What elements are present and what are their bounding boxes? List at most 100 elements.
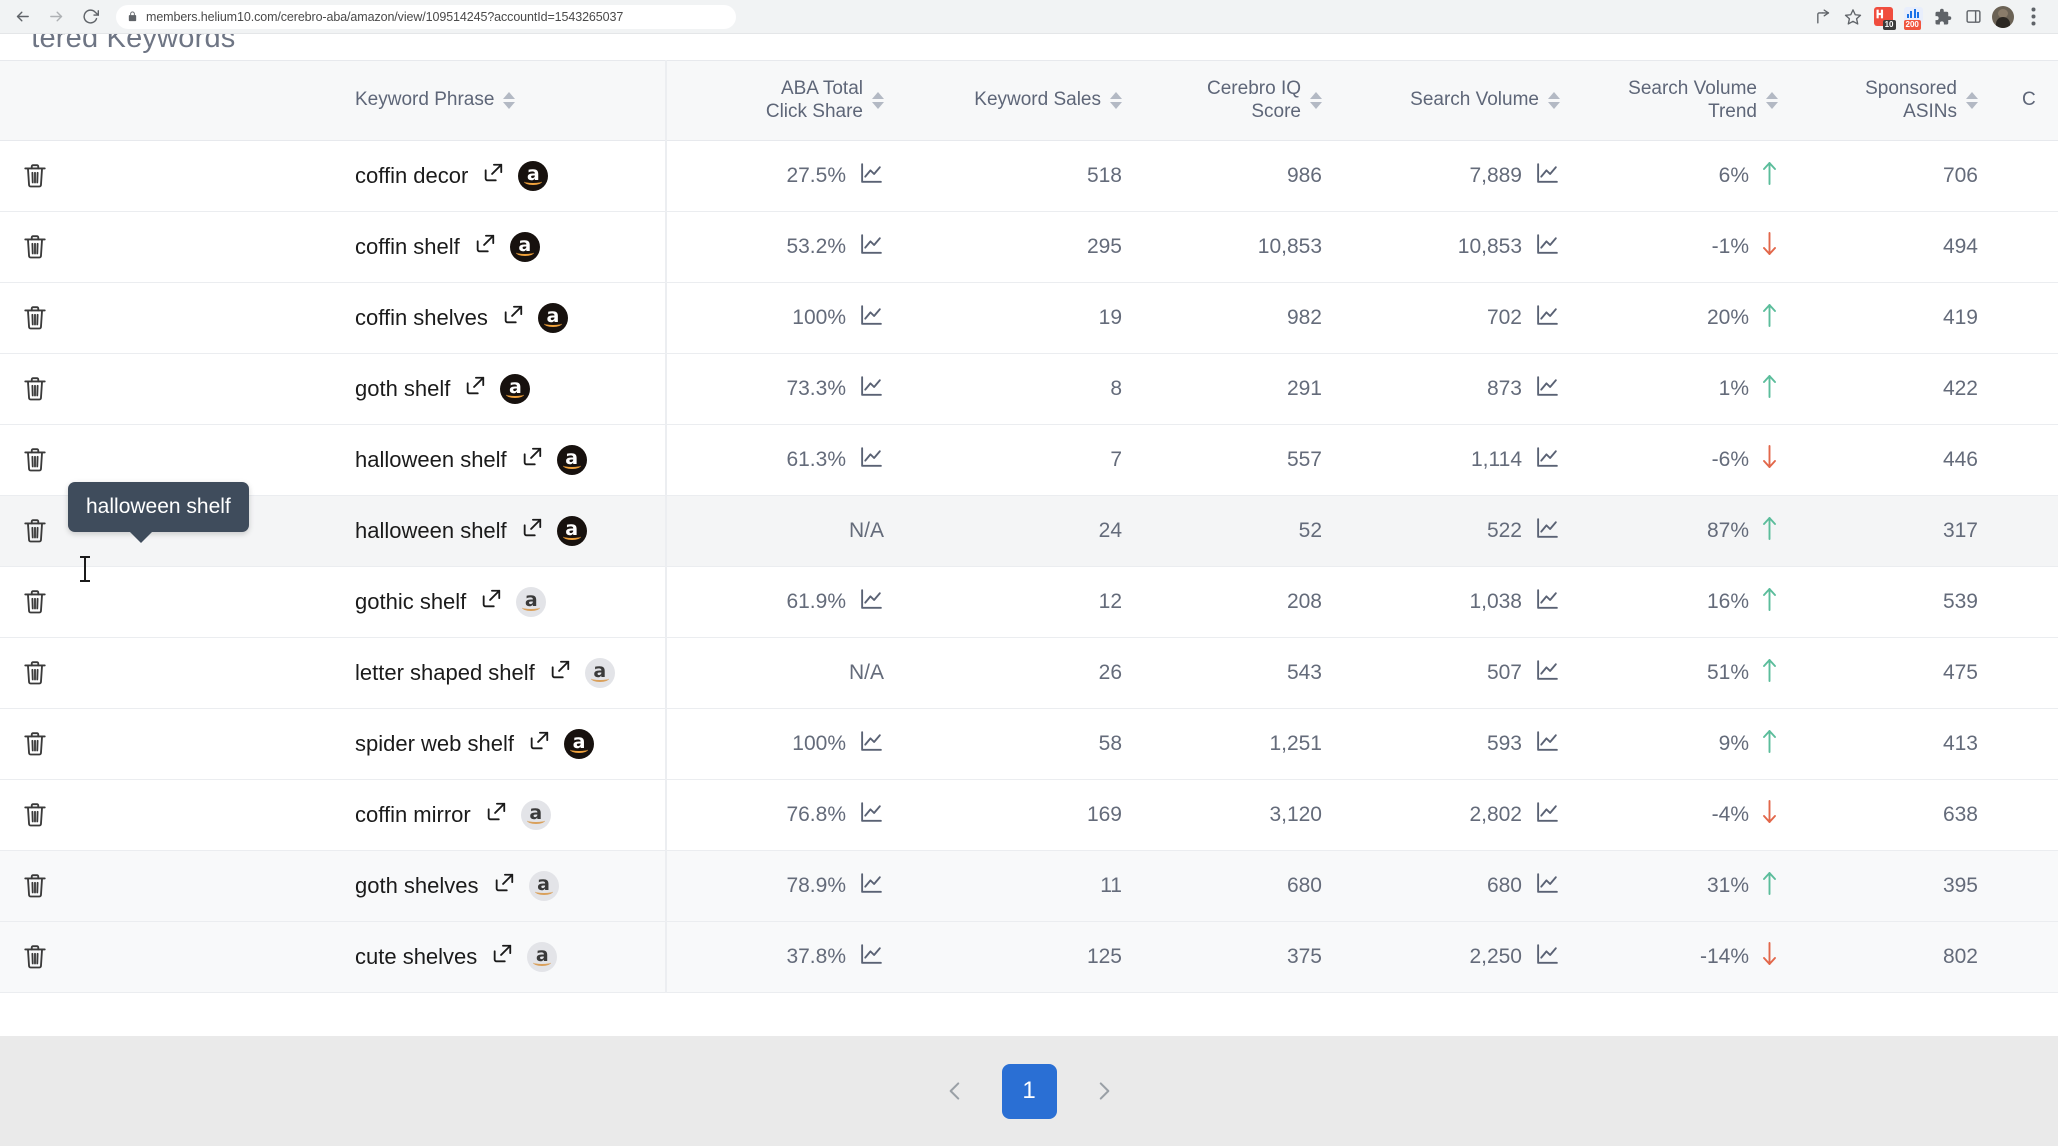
table-row[interactable]: goth shelvesa78.9%1168068031%395	[0, 851, 2058, 922]
external-link-icon[interactable]	[491, 943, 527, 971]
table-row[interactable]: halloween shelfa61.3%75571,114-6%446	[0, 425, 2058, 496]
amazon-badge-icon[interactable]: a	[564, 729, 594, 759]
delete-keyword-button[interactable]	[0, 567, 333, 638]
external-link-icon[interactable]	[480, 588, 516, 616]
search-volume-chart-icon[interactable]	[1535, 587, 1560, 618]
external-link-icon[interactable]	[474, 233, 510, 261]
pagination-next-button[interactable]	[1087, 1071, 1121, 1111]
amazon-badge-icon[interactable]: a	[510, 232, 540, 262]
amazon-badge-icon[interactable]: a	[529, 871, 559, 901]
keyword-text[interactable]: coffin shelves	[355, 305, 488, 331]
aba-trend-chart-icon[interactable]	[859, 445, 884, 476]
sort-icon-keyword-phrase[interactable]	[503, 92, 515, 109]
sort-icon-search-volume[interactable]	[1548, 92, 1560, 109]
amazon-badge-icon[interactable]: a	[521, 800, 551, 830]
amazon-badge-icon[interactable]: a	[557, 516, 587, 546]
keyword-text[interactable]: halloween shelf	[355, 518, 507, 544]
external-link-icon[interactable]	[502, 304, 538, 332]
sort-icon-cerebro-iq[interactable]	[1310, 92, 1322, 109]
table-row[interactable]: goth shelfa73.3%82918731%422	[0, 354, 2058, 425]
sort-icon-sponsored-asins[interactable]	[1966, 92, 1978, 109]
amazon-badge-icon[interactable]: a	[518, 161, 548, 191]
delete-keyword-button[interactable]	[0, 141, 333, 212]
sort-icon-keyword-sales[interactable]	[1110, 92, 1122, 109]
aba-trend-chart-icon[interactable]	[859, 729, 884, 760]
th-keyword-phrase[interactable]: Keyword Phrase	[333, 61, 666, 141]
table-row[interactable]: spider web shelfa100%581,2515939%413	[0, 709, 2058, 780]
search-volume-chart-icon[interactable]	[1535, 800, 1560, 831]
search-volume-chart-icon[interactable]	[1535, 161, 1560, 192]
keyword-text[interactable]: goth shelves	[355, 873, 479, 899]
table-row[interactable]: halloween shelfaN/A245252287%317	[0, 496, 2058, 567]
delete-keyword-button[interactable]	[0, 922, 333, 993]
aba-trend-chart-icon[interactable]	[859, 800, 884, 831]
th-search-volume[interactable]: Search Volume	[1344, 61, 1582, 141]
keyword-text[interactable]: gothic shelf	[355, 589, 466, 615]
sort-icon-aba[interactable]	[872, 92, 884, 109]
three-dot-menu-icon[interactable]	[2018, 3, 2048, 31]
aba-trend-chart-icon[interactable]	[859, 232, 884, 263]
sort-icon-search-volume-trend[interactable]	[1766, 92, 1778, 109]
side-panel-icon[interactable]	[1958, 3, 1988, 31]
delete-keyword-button[interactable]	[0, 709, 333, 780]
th-keyword-sales[interactable]: Keyword Sales	[906, 61, 1144, 141]
external-link-icon[interactable]	[493, 872, 529, 900]
delete-keyword-button[interactable]	[0, 851, 333, 922]
delete-keyword-button[interactable]	[0, 780, 333, 851]
table-row[interactable]: letter shaped shelfaN/A2654350751%475	[0, 638, 2058, 709]
keyword-text[interactable]: cute shelves	[355, 944, 477, 970]
extension-helium10-icon[interactable]: 10	[1868, 3, 1898, 31]
table-row[interactable]: coffin decora27.5%5189867,8896%706	[0, 141, 2058, 212]
aba-trend-chart-icon[interactable]	[859, 161, 884, 192]
amazon-badge-icon[interactable]: a	[585, 658, 615, 688]
search-volume-chart-icon[interactable]	[1535, 729, 1560, 760]
aba-trend-chart-icon[interactable]	[859, 374, 884, 405]
amazon-badge-icon[interactable]: a	[527, 942, 557, 972]
th-aba-total-click-share[interactable]: ABA Total Click Share	[666, 61, 906, 141]
delete-keyword-button[interactable]	[0, 638, 333, 709]
search-volume-chart-icon[interactable]	[1535, 232, 1560, 263]
share-icon[interactable]	[1808, 3, 1838, 31]
search-volume-chart-icon[interactable]	[1535, 516, 1560, 547]
table-row[interactable]: cute shelvesa37.8%1253752,250-14%802	[0, 922, 2058, 993]
search-volume-chart-icon[interactable]	[1535, 303, 1560, 334]
star-icon[interactable]	[1838, 3, 1868, 31]
keyword-text[interactable]: letter shaped shelf	[355, 660, 535, 686]
delete-keyword-button[interactable]	[0, 354, 333, 425]
search-volume-chart-icon[interactable]	[1535, 445, 1560, 476]
search-volume-chart-icon[interactable]	[1535, 374, 1560, 405]
keyword-text[interactable]: coffin decor	[355, 163, 468, 189]
keyword-text[interactable]: spider web shelf	[355, 731, 514, 757]
pagination-page-1[interactable]: 1	[1002, 1064, 1057, 1119]
search-volume-chart-icon[interactable]	[1535, 658, 1560, 689]
th-cerebro-iq-score[interactable]: Cerebro IQ Score	[1144, 61, 1344, 141]
external-link-icon[interactable]	[482, 162, 518, 190]
table-row[interactable]: gothic shelfa61.9%122081,03816%539	[0, 567, 2058, 638]
delete-keyword-button[interactable]	[0, 212, 333, 283]
external-link-icon[interactable]	[521, 446, 557, 474]
forward-button[interactable]	[42, 3, 70, 31]
external-link-icon[interactable]	[528, 730, 564, 758]
keyword-text[interactable]: goth shelf	[355, 376, 450, 402]
amazon-badge-icon[interactable]: a	[557, 445, 587, 475]
table-row[interactable]: coffin mirrora76.8%1693,1202,802-4%638	[0, 780, 2058, 851]
external-link-icon[interactable]	[485, 801, 521, 829]
reload-button[interactable]	[76, 3, 104, 31]
keyword-text[interactable]: coffin mirror	[355, 802, 471, 828]
amazon-badge-icon[interactable]: a	[516, 587, 546, 617]
aba-trend-chart-icon[interactable]	[859, 871, 884, 902]
profile-avatar[interactable]	[1988, 3, 2018, 31]
external-link-icon[interactable]	[464, 375, 500, 403]
external-link-icon[interactable]	[549, 659, 585, 687]
keyword-text[interactable]: halloween shelf	[355, 447, 507, 473]
amazon-badge-icon[interactable]: a	[500, 374, 530, 404]
table-row[interactable]: coffin shelvesa100%1998270220%419	[0, 283, 2058, 354]
aba-trend-chart-icon[interactable]	[859, 303, 884, 334]
th-sponsored-asins[interactable]: Sponsored ASINs	[1800, 61, 2000, 141]
back-button[interactable]	[8, 3, 36, 31]
keyword-text[interactable]: coffin shelf	[355, 234, 460, 260]
pagination-prev-button[interactable]	[938, 1071, 972, 1111]
th-cutoff-column[interactable]: C	[2000, 61, 2058, 141]
search-volume-chart-icon[interactable]	[1535, 942, 1560, 973]
aba-trend-chart-icon[interactable]	[859, 587, 884, 618]
